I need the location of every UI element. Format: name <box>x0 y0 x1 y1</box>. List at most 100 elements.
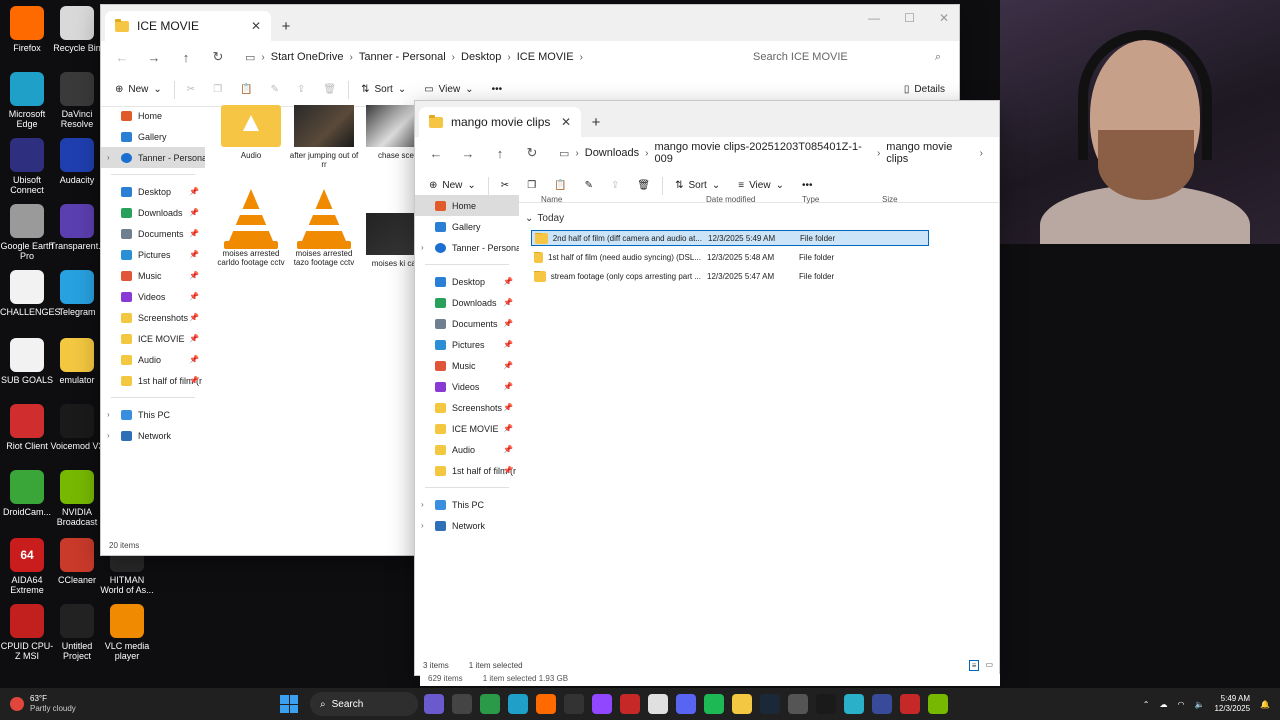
desktop-icon[interactable]: Firefox <box>0 6 54 53</box>
chrome-icon[interactable] <box>480 694 500 714</box>
cut-button[interactable]: ✂ <box>181 77 201 103</box>
details-view-icon[interactable]: ≡ <box>968 659 980 671</box>
pin-icon[interactable]: 📌 <box>189 355 199 364</box>
desktop-icon[interactable]: Google Earth Pro <box>0 204 54 261</box>
maximize-button[interactable]: ☐ <box>904 11 915 25</box>
group-header[interactable]: ⌄ Today <box>525 213 564 224</box>
desktop-icon[interactable]: Ubisoft Connect <box>0 138 54 195</box>
taskbar-search[interactable]: ⌕ Search <box>310 692 418 716</box>
steam-icon[interactable] <box>760 694 780 714</box>
file-row[interactable]: 1st half of film (need audio syncing) (D… <box>531 249 929 265</box>
forward-button[interactable]: → <box>455 140 481 166</box>
pin-icon[interactable]: 📌 <box>189 376 199 385</box>
close-window-button[interactable]: ✕ <box>939 11 949 25</box>
tab-ice-movie[interactable]: ICE MOVIE ✕ <box>105 11 271 41</box>
address-bar[interactable]: ▭ › Downloads › mango movie clips-202512… <box>551 140 991 166</box>
game-icon[interactable] <box>424 694 444 714</box>
refresh-button[interactable]: ↻ <box>205 44 231 70</box>
controller-icon[interactable] <box>816 694 836 714</box>
onedrive-icon[interactable]: ☁ <box>1159 700 1167 709</box>
elgato-icon[interactable] <box>788 694 808 714</box>
desktop-icon[interactable]: emulator <box>50 338 104 385</box>
file-icon[interactable] <box>452 694 472 714</box>
desktop-icon[interactable]: DroidCam... <box>0 470 54 517</box>
sidebar-pinned-item[interactable]: 1st half of film (r 📌 <box>101 370 205 391</box>
wifi-icon[interactable]: ◠ <box>1177 700 1184 709</box>
sidebar-pinned-item[interactable]: Videos 📌 <box>101 286 205 307</box>
folder-item[interactable]: Audio <box>216 105 286 160</box>
sidebar-item-network[interactable]: › Network <box>101 425 205 446</box>
clock[interactable]: 5:49 AM 12/3/2025 <box>1214 694 1250 714</box>
more-button[interactable]: ••• <box>486 77 509 103</box>
new-tab-button[interactable]: + <box>271 11 301 41</box>
breadcrumb-item[interactable]: mango movie clips-20251203T085401Z-1-009 <box>655 141 871 165</box>
file-row[interactable]: 2nd half of film (diff camera and audio … <box>531 230 929 246</box>
desktop-icon[interactable]: CCleaner <box>50 538 104 585</box>
itunes-icon[interactable] <box>648 694 668 714</box>
sidebar-item-this-pc[interactable]: › This PC <box>101 404 205 425</box>
close-tab-icon[interactable]: ✕ <box>561 115 571 129</box>
weather-widget[interactable]: 63°F Partly cloudy <box>0 694 220 714</box>
desktop-icon[interactable]: 64 AIDA64 Extreme <box>0 538 54 595</box>
fx-icon[interactable] <box>872 694 892 714</box>
desktop-icon[interactable]: Recycle Bin <box>50 6 104 53</box>
address-bar[interactable]: ▭ › Start OneDrive › Tanner - Personal ›… <box>237 44 737 70</box>
sidebar-item-onedrive[interactable]: › Tanner - Personal <box>101 147 205 168</box>
desktop-icon[interactable]: Untitled Project <box>50 604 104 661</box>
desktop-icon[interactable]: SUB GOALS <box>0 338 54 385</box>
sidebar-pinned-item[interactable]: Pictures 📌 <box>101 244 205 265</box>
desktop-icon[interactable]: NVIDIA Broadcast <box>50 470 104 527</box>
breadcrumb-item[interactable]: Start OneDrive <box>271 51 344 63</box>
media-icon[interactable] <box>620 694 640 714</box>
obs-icon[interactable] <box>564 694 584 714</box>
sidebar-pinned-item[interactable]: Downloads 📌 <box>101 202 205 223</box>
chevron-up-icon[interactable]: ⌃ <box>1143 700 1150 709</box>
desktop-icon[interactable]: Riot Client <box>0 404 54 451</box>
breadcrumb-item[interactable]: Downloads <box>585 147 639 159</box>
nvidia-icon[interactable] <box>928 694 948 714</box>
view-button[interactable]: ▭ View ⌄ <box>418 77 479 103</box>
desktop-icon[interactable]: Transparent... <box>50 204 106 251</box>
map-pin-icon[interactable] <box>900 694 920 714</box>
file-explorer-icon[interactable] <box>732 694 752 714</box>
breadcrumb-item[interactable]: Tanner - Personal <box>359 51 446 63</box>
pin-icon[interactable]: 📌 <box>189 208 199 217</box>
file-item[interactable]: after jumping out of rr <box>289 105 359 169</box>
twitch-icon[interactable] <box>592 694 612 714</box>
search-input[interactable]: Search ICE MOVIE ⌕ <box>743 44 951 70</box>
desktop-icon[interactable]: CPUID CPU-Z MSI <box>0 604 54 661</box>
share-button[interactable]: ⇪ <box>291 77 311 103</box>
sort-button[interactable]: ⇅ Sort ⌄ <box>355 77 412 103</box>
tab-mango-movie-clips[interactable]: mango movie clips ✕ <box>419 107 581 137</box>
spotify-icon[interactable] <box>704 694 724 714</box>
close-tab-icon[interactable]: ✕ <box>251 19 261 33</box>
sidebar-pinned-item[interactable]: Documents 📌 <box>101 223 205 244</box>
sidebar-item-gallery[interactable]: Gallery <box>101 126 205 147</box>
breadcrumb-item[interactable]: Desktop <box>461 51 501 63</box>
desktop-icon[interactable]: Microsoft Edge <box>0 72 54 129</box>
notification-icon[interactable]: 🔔 <box>1260 700 1270 709</box>
sidebar-item-home[interactable]: Home <box>101 105 205 126</box>
column-header-type[interactable]: Type <box>802 195 819 204</box>
pin-icon[interactable]: 📌 <box>189 250 199 259</box>
forward-button[interactable]: → <box>141 44 167 70</box>
minimize-button[interactable]: — <box>868 11 880 25</box>
sidebar-pinned-item[interactable]: ICE MOVIE 📌 <box>101 328 205 349</box>
pin-icon[interactable]: 📌 <box>189 313 199 322</box>
refresh-button[interactable]: ↻ <box>519 140 545 166</box>
back-button[interactable]: ← <box>423 140 449 166</box>
firefox-icon[interactable] <box>536 694 556 714</box>
sidebar-pinned-item[interactable]: Screenshots 📌 <box>101 307 205 328</box>
desktop-icon[interactable]: Telegram <box>50 270 104 317</box>
discord-icon[interactable] <box>676 694 696 714</box>
file-item[interactable]: moises arrested carldo footage cctv <box>216 189 286 267</box>
paste-button[interactable]: 📋 <box>234 77 258 103</box>
column-header-name[interactable]: Name <box>541 195 562 204</box>
file-item[interactable]: moises arrested tazo footage cctv <box>289 189 359 267</box>
copy-button[interactable]: ❐ <box>207 77 228 103</box>
pin-icon[interactable]: 📌 <box>189 187 199 196</box>
desktop-icon[interactable]: DaVinci Resolve <box>50 72 104 129</box>
column-header-date[interactable]: Date modified <box>706 195 755 204</box>
pin-icon[interactable]: 📌 <box>189 271 199 280</box>
tiles-view-icon[interactable]: ▭ <box>985 660 993 671</box>
